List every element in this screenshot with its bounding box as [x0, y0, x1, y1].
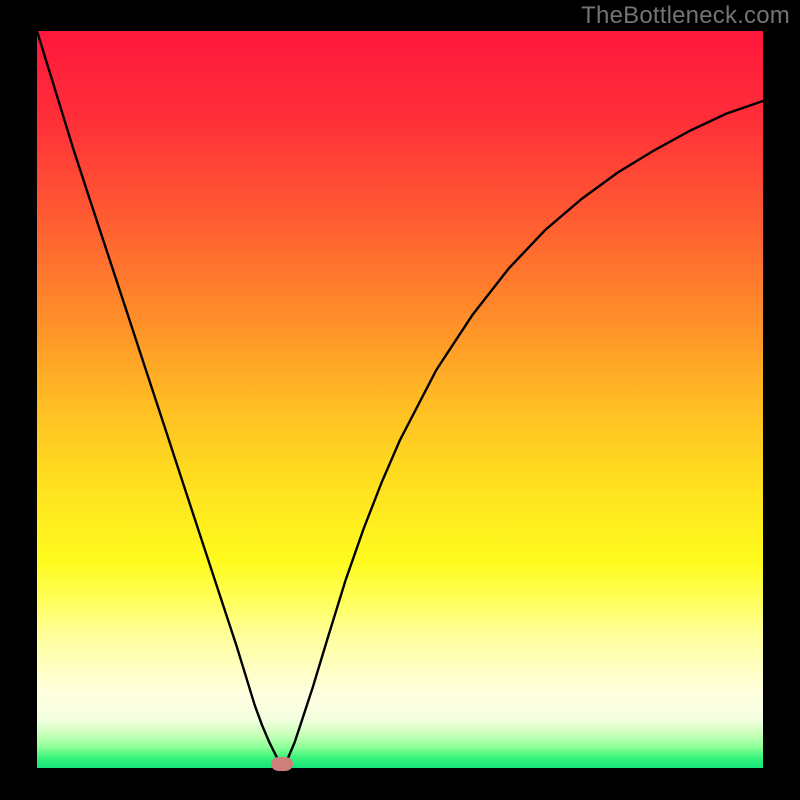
chart-svg: [0, 0, 800, 800]
optimal-point-marker: [271, 757, 293, 771]
watermark-text: TheBottleneck.com: [581, 2, 790, 30]
plot-background: [37, 31, 763, 768]
chart-frame: TheBottleneck.com: [0, 0, 800, 800]
